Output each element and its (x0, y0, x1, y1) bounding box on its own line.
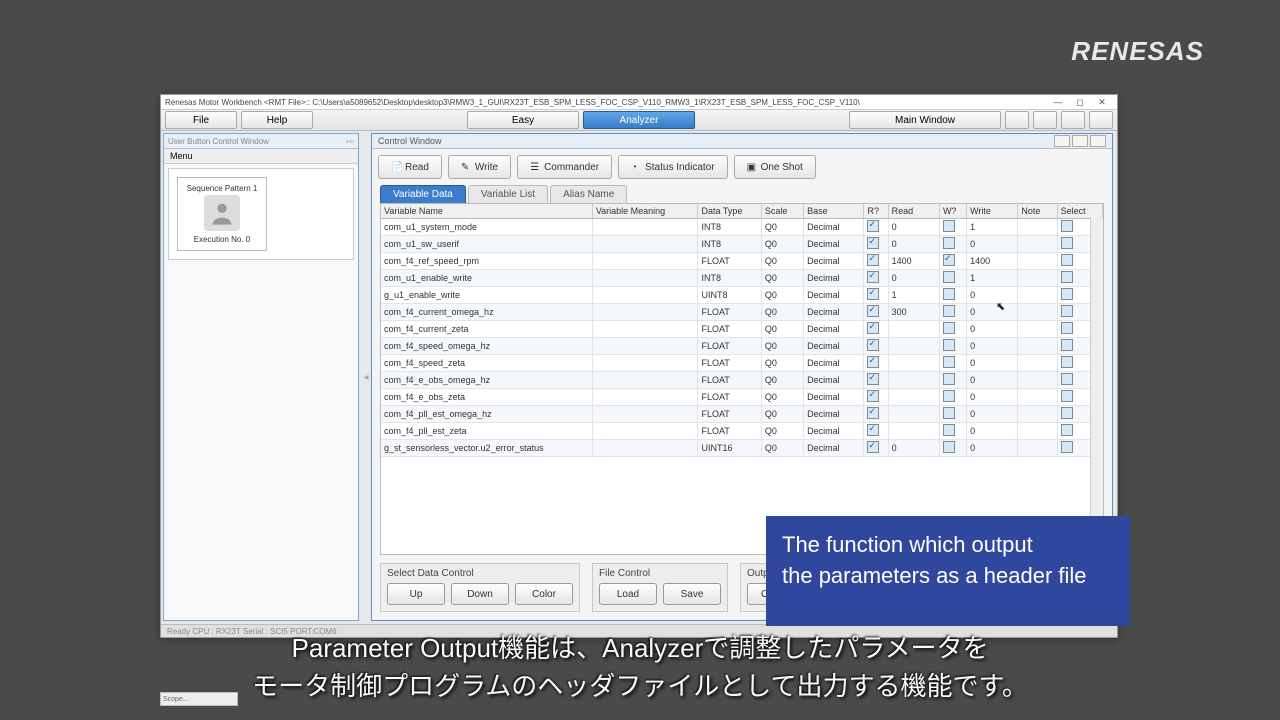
col-dtype[interactable]: Data Type (698, 204, 761, 219)
sdc-label: Select Data Control (387, 568, 573, 579)
control-toolbar: 📄Read ✎Write ☰Commander ◔Status Indicato… (372, 149, 1112, 185)
avatar-icon (204, 195, 240, 231)
table-row[interactable]: com_u1_sw_userifINT8Q0Decimal00 (381, 236, 1103, 253)
table-row[interactable]: com_u1_enable_writeINT8Q0Decimal01 (381, 270, 1103, 287)
cw-min[interactable] (1054, 135, 1070, 147)
window-close[interactable]: ✕ (1091, 96, 1113, 108)
read-button[interactable]: 📄Read (378, 155, 442, 179)
grid-scrollbar[interactable] (1090, 218, 1103, 554)
write-button[interactable]: ✎Write (448, 155, 511, 179)
table-row[interactable]: com_f4_pll_est_omega_hzFLOATQ0Decimal0 (381, 406, 1103, 423)
subtitle-line2: モータ制御プログラムのヘッダファイルとして出力する機能です。 (0, 668, 1280, 706)
sequence-pattern-card[interactable]: Sequence Pattern 1 Execution No. 0 (177, 177, 267, 251)
tab-variable-list[interactable]: Variable List (468, 185, 548, 203)
mouse-cursor-icon: ⬉ (996, 300, 1005, 313)
col-write[interactable]: Write (967, 204, 1018, 219)
analyzer-mode-button[interactable]: Analyzer (583, 111, 695, 129)
table-row[interactable]: com_f4_speed_zetaFLOATQ0Decimal0 (381, 355, 1103, 372)
table-row[interactable]: com_f4_e_obs_omega_hzFLOATQ0Decimal0 (381, 372, 1103, 389)
commander-button[interactable]: ☰Commander (517, 155, 612, 179)
up-button[interactable]: Up (387, 583, 445, 605)
brand-logo: RENESAS (1071, 36, 1204, 67)
layout-icon-1[interactable] (1005, 111, 1029, 129)
one-shot-button[interactable]: ▣One Shot (734, 155, 816, 179)
subtitle-line1: Parameter Output機能は、Analyzerで調整したパラメータを (0, 630, 1280, 668)
cw-close[interactable] (1090, 135, 1106, 147)
left-panel-title: User Button Control Window (168, 137, 269, 146)
col-scale[interactable]: Scale (761, 204, 803, 219)
callout-line2: the parameters as a header file (782, 561, 1114, 592)
window-minimize[interactable]: — (1047, 96, 1069, 108)
left-menu[interactable]: Menu (164, 149, 358, 164)
table-row[interactable]: com_f4_pll_est_zetaFLOATQ0Decimal0 (381, 423, 1103, 440)
fc-label: File Control (599, 568, 721, 579)
execution-number: Execution No. 0 (194, 235, 250, 244)
col-wq[interactable]: W? (939, 204, 966, 219)
variable-data-grid[interactable]: Variable Name Variable Meaning Data Type… (380, 203, 1104, 555)
layout-icon-4[interactable] (1089, 111, 1113, 129)
table-row[interactable]: com_f4_speed_omega_hzFLOATQ0Decimal0 (381, 338, 1103, 355)
read-icon: 📄 (391, 162, 401, 172)
layout-icon-2[interactable] (1033, 111, 1057, 129)
file-menu[interactable]: File (165, 111, 237, 129)
table-row[interactable]: g_u1_enable_writeUINT8Q0Decimal10 (381, 287, 1103, 304)
write-icon: ✎ (461, 162, 471, 172)
oneshot-icon: ▣ (747, 162, 757, 172)
col-base[interactable]: Base (804, 204, 864, 219)
file-control-group: File Control Load Save (592, 563, 728, 612)
panel-btn-3[interactable]: ▫ (351, 137, 354, 146)
load-button[interactable]: Load (599, 583, 657, 605)
subtitle-overlay: Parameter Output機能は、Analyzerで調整したパラメータを … (0, 630, 1280, 705)
main-toolbar: File Help Easy Analyzer Main Window (161, 110, 1117, 131)
table-row[interactable]: com_f4_ref_speed_rpmFLOATQ0Decimal140014… (381, 253, 1103, 270)
table-row[interactable]: com_f4_current_zetaFLOATQ0Decimal0 (381, 321, 1103, 338)
col-rq[interactable]: R? (864, 204, 888, 219)
col-meaning[interactable]: Variable Meaning (592, 204, 698, 219)
color-button[interactable]: Color (515, 583, 573, 605)
user-button-control-panel: User Button Control Window▫▫▫ Menu Seque… (163, 133, 359, 621)
table-row[interactable]: com_f4_e_obs_zetaFLOATQ0Decimal0 (381, 389, 1103, 406)
window-title: Renesas Motor Workbench <RMT File>:: C:\… (165, 98, 860, 107)
main-window-button[interactable]: Main Window (849, 111, 1001, 129)
save-button[interactable]: Save (663, 583, 721, 605)
tab-alias-name[interactable]: Alias Name (550, 185, 627, 203)
easy-mode-button[interactable]: Easy (467, 111, 579, 129)
overlay-callout: The function which output the parameters… (766, 516, 1130, 626)
commander-icon: ☰ (530, 162, 540, 172)
tab-variable-data[interactable]: Variable Data (380, 185, 466, 203)
window-titlebar: Renesas Motor Workbench <RMT File>:: C:\… (161, 95, 1117, 110)
col-select[interactable]: Select (1057, 204, 1102, 219)
sequence-title: Sequence Pattern 1 (187, 184, 258, 193)
col-name[interactable]: Variable Name (381, 204, 592, 219)
table-row[interactable]: com_u1_system_modeINT8Q0Decimal01 (381, 219, 1103, 236)
table-row[interactable]: g_st_sensorless_vector.u2_error_statusUI… (381, 440, 1103, 457)
down-button[interactable]: Down (451, 583, 509, 605)
select-data-control-group: Select Data Control Up Down Color (380, 563, 580, 612)
callout-line1: The function which output (782, 530, 1114, 561)
layout-icon-3[interactable] (1061, 111, 1085, 129)
control-window-title: Control Window (378, 136, 442, 146)
table-row[interactable]: com_f4_current_omega_hzFLOATQ0Decimal300… (381, 304, 1103, 321)
col-read[interactable]: Read (888, 204, 939, 219)
splitter-handle[interactable]: ◂ (361, 131, 371, 623)
help-menu[interactable]: Help (241, 111, 313, 129)
status-icon: ◔ (631, 162, 641, 172)
col-note[interactable]: Note (1018, 204, 1057, 219)
window-maximize[interactable]: ◻ (1069, 96, 1091, 108)
cw-max[interactable] (1072, 135, 1088, 147)
status-indicator-button[interactable]: ◔Status Indicator (618, 155, 727, 179)
